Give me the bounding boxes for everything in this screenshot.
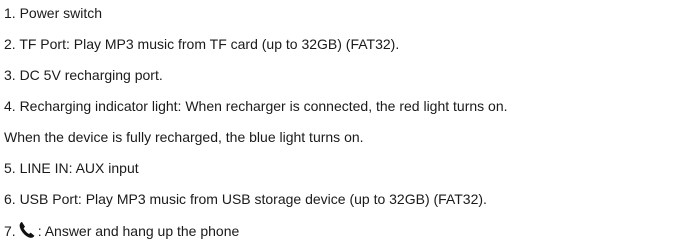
item-phone: 7. : Answer and hang up the phone bbox=[4, 221, 239, 243]
item-recharging-indicator: 4. Recharging indicator light: When rech… bbox=[4, 98, 508, 114]
item-recharging-indicator-continued: When the device is fully recharged, the … bbox=[4, 129, 364, 145]
instruction-list: 1. Power switch 2. TF Port: Play MP3 mus… bbox=[0, 0, 677, 252]
item-phone-number: 7. bbox=[4, 223, 16, 239]
item-phone-text: : Answer and hang up the phone bbox=[37, 223, 240, 239]
item-dc-port: 3. DC 5V recharging port. bbox=[4, 67, 163, 83]
item-tf-port: 2. TF Port: Play MP3 music from TF card … bbox=[4, 36, 400, 52]
item-power-switch: 1. Power switch bbox=[4, 5, 103, 21]
phone-handset-icon bbox=[18, 221, 36, 243]
item-usb-port: 6. USB Port: Play MP3 music from USB sto… bbox=[4, 191, 487, 207]
item-line-in: 5. LINE IN: AUX input bbox=[4, 160, 139, 176]
